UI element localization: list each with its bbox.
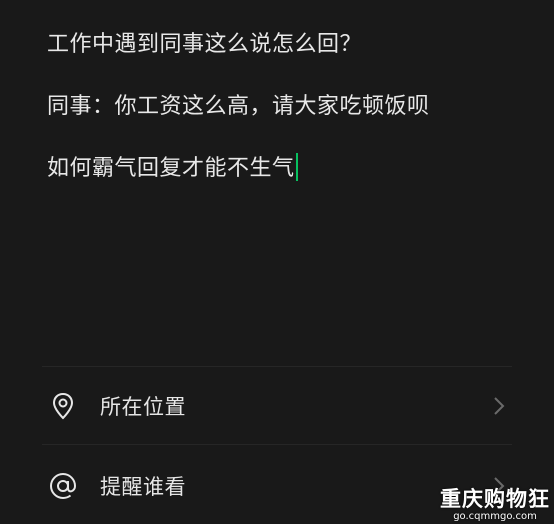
chevron-right-icon bbox=[492, 396, 506, 416]
at-sign-icon bbox=[46, 469, 80, 503]
watermark-title: 重庆购物狂 bbox=[440, 487, 550, 511]
watermark: 重庆购物狂 go.cqmmgo.com bbox=[440, 487, 550, 522]
location-option-label: 所在位置 bbox=[100, 395, 186, 419]
watermark-url: go.cqmmgo.com bbox=[453, 511, 537, 522]
divider bbox=[42, 366, 512, 367]
post-text-editor[interactable]: 工作中遇到同事这么说怎么回？ 同事：你工资这么高，请大家吃顿饭呗 如何霸气回复才… bbox=[47, 30, 527, 184]
location-pin-icon bbox=[46, 389, 80, 423]
post-text-line-2: 同事：你工资这么高，请大家吃顿饭呗 bbox=[47, 94, 430, 119]
post-text-line-3-content: 如何霸气回复才能不生气 bbox=[47, 156, 295, 181]
text-cursor bbox=[295, 153, 298, 181]
divider bbox=[42, 444, 512, 445]
remind-who-option-label: 提醒谁看 bbox=[100, 475, 186, 499]
post-text-line-1: 工作中遇到同事这么说怎么回？ bbox=[47, 32, 363, 57]
location-option[interactable]: 所在位置 bbox=[42, 374, 512, 438]
post-text-line-3: 如何霸气回复才能不生气 bbox=[47, 153, 527, 184]
